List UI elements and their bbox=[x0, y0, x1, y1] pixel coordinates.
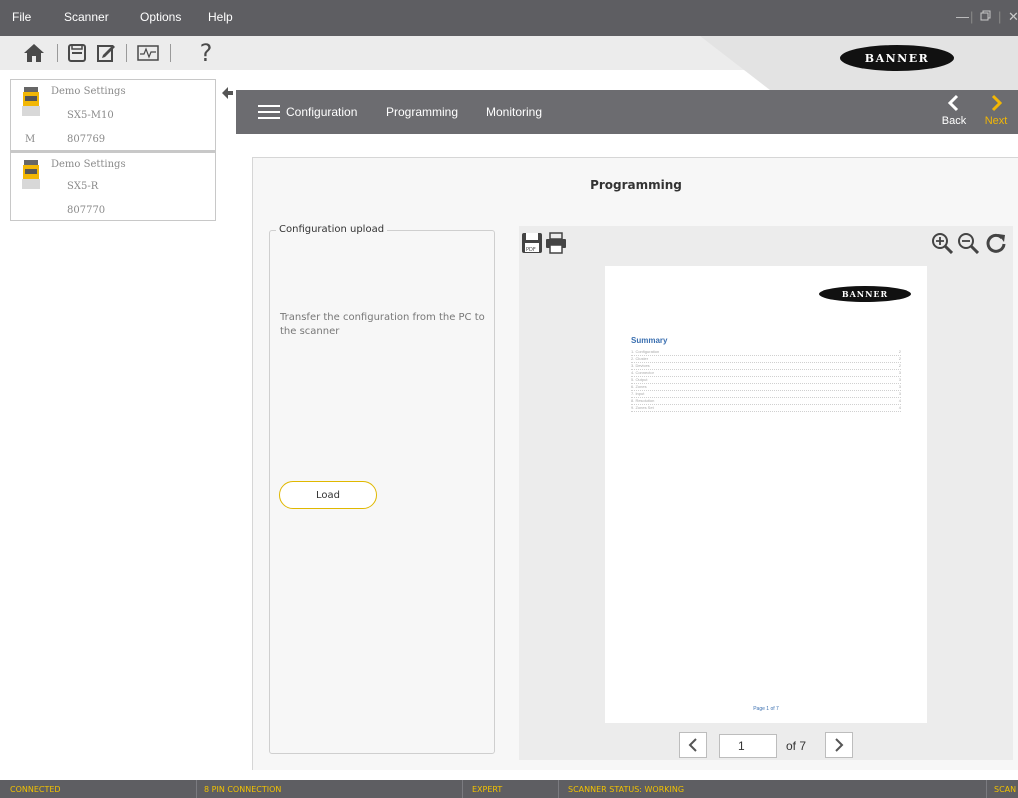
nav-bar: Configuration Programming Monitoring Bac… bbox=[236, 90, 1018, 134]
restore-icon[interactable] bbox=[980, 9, 991, 24]
page-title: Programming bbox=[590, 178, 682, 192]
menu-options[interactable]: Options bbox=[140, 10, 181, 24]
close-icon[interactable]: ✕ bbox=[1008, 9, 1018, 25]
toc-entry-page: 3 bbox=[898, 370, 901, 375]
chevron-right-icon bbox=[991, 94, 1003, 112]
back-label: Back bbox=[941, 115, 967, 127]
toc-entry-label: 6. Zones bbox=[631, 384, 647, 389]
toc-entry-label: 3. Devices bbox=[631, 363, 650, 368]
toc-entry: 7. Input 3 bbox=[631, 391, 901, 398]
device-tag: M bbox=[25, 134, 36, 145]
load-button[interactable]: Load bbox=[279, 481, 377, 509]
status-pin-connection: 8 PIN CONNECTION bbox=[204, 785, 282, 794]
print-icon[interactable] bbox=[545, 232, 567, 254]
device-model: SX5-M10 bbox=[67, 110, 114, 121]
scanner-device-icon bbox=[22, 160, 40, 189]
next-page-button[interactable] bbox=[825, 732, 853, 758]
toc-entry: 5. Output 3 bbox=[631, 377, 901, 384]
tab-configuration[interactable]: Configuration bbox=[286, 105, 357, 119]
minimize-icon[interactable]: — bbox=[956, 9, 969, 24]
toc-entry: 9. Zones Set 4 bbox=[631, 405, 901, 412]
zoom-in-icon[interactable] bbox=[931, 232, 953, 254]
summary-heading: Summary bbox=[631, 336, 668, 345]
device-card-sx5-m10[interactable]: Demo Settings SX5-M10 M 807769 bbox=[10, 79, 216, 151]
back-button[interactable]: Back bbox=[936, 94, 972, 132]
toc-entry-page: 4 bbox=[898, 405, 901, 410]
help-icon[interactable]: ? bbox=[192, 39, 220, 67]
status-trailing: SCAN bbox=[994, 785, 1017, 794]
toc-entry-label: 9. Zones Set bbox=[631, 405, 654, 410]
menu-help[interactable]: Help bbox=[208, 10, 233, 24]
toc-entry-page: 2 bbox=[898, 363, 901, 368]
status-connection: CONNECTED bbox=[10, 785, 61, 794]
report-page: BANNER Summary 1. Configuration 2 2. Clust… bbox=[605, 266, 927, 723]
toc-entry-page: 3 bbox=[898, 377, 901, 382]
device-card-sx5-r[interactable]: Demo Settings SX5-R 807770 bbox=[10, 151, 216, 221]
scanner-device-icon bbox=[22, 87, 40, 116]
toc-entry-page: 4 bbox=[898, 398, 901, 403]
menu-bar: File Scanner Options Help — | | ✕ bbox=[0, 0, 1018, 36]
toc-entry: 6. Zones 3 bbox=[631, 384, 901, 391]
report-logo: BANNER bbox=[819, 286, 911, 302]
toc-entry: 3. Devices 2 bbox=[631, 363, 901, 370]
chevron-right-icon bbox=[835, 738, 844, 752]
toc-entry-page: 3 bbox=[898, 384, 901, 389]
menu-file[interactable]: File bbox=[12, 10, 31, 24]
report-viewer: PDF BANNER Summary 1. Configuration 2 2. C… bbox=[519, 226, 1013, 760]
device-serial: 807770 bbox=[67, 205, 106, 216]
device-name: Demo Settings bbox=[51, 159, 126, 170]
device-model: SX5-R bbox=[67, 181, 99, 192]
tab-monitoring[interactable]: Monitoring bbox=[486, 105, 542, 119]
toc-entry-label: 5. Output bbox=[631, 377, 648, 382]
device-name: Demo Settings bbox=[51, 86, 126, 97]
toc-entry: 4. Connector 3 bbox=[631, 370, 901, 377]
configuration-upload-title: Configuration upload bbox=[276, 224, 388, 235]
toc-entry-page: 2 bbox=[898, 349, 901, 354]
menu-scanner[interactable]: Scanner bbox=[64, 10, 109, 24]
toc-entry-label: 2. Cluster bbox=[631, 356, 649, 361]
chevron-left-icon bbox=[688, 738, 697, 752]
next-label: Next bbox=[984, 115, 1008, 127]
page-count: of 7 bbox=[786, 739, 807, 753]
device-serial: 807769 bbox=[67, 134, 106, 145]
toc-entry: 1. Configuration 2 bbox=[631, 349, 901, 356]
page-number-input[interactable]: 1 bbox=[719, 734, 777, 758]
zoom-out-icon[interactable] bbox=[957, 232, 979, 254]
chevron-left-icon bbox=[947, 94, 959, 112]
status-scanner: SCANNER STATUS: WORKING bbox=[568, 785, 685, 794]
content-panel: Programming Configuration upload Transfe… bbox=[252, 157, 1018, 770]
previous-page-button[interactable] bbox=[679, 732, 707, 758]
svg-text:PDF: PDF bbox=[526, 247, 536, 253]
next-button[interactable]: Next bbox=[978, 94, 1014, 132]
toc-entry: 2. Cluster 2 bbox=[631, 356, 901, 363]
toc-entry: 8. Resolution 4 bbox=[631, 398, 901, 405]
tab-programming[interactable]: Programming bbox=[386, 105, 458, 119]
toc-entry-label: 4. Connector bbox=[631, 370, 654, 375]
monitor-icon[interactable] bbox=[134, 39, 162, 67]
banner-logo: BANNER bbox=[840, 45, 954, 71]
configuration-upload-description: Transfer the configuration from the PC t… bbox=[280, 312, 485, 337]
status-mode: EXPERT bbox=[472, 785, 503, 794]
toc-entry-label: 8. Resolution bbox=[631, 398, 655, 403]
page-footer: Page 1 of 7 bbox=[753, 706, 779, 712]
edit-icon[interactable] bbox=[92, 39, 120, 67]
collapse-panel-icon[interactable] bbox=[220, 86, 234, 103]
toc-entry-page: 3 bbox=[898, 391, 901, 396]
refresh-icon[interactable] bbox=[985, 232, 1007, 254]
toc-entry-label: 1. Configuration bbox=[631, 349, 660, 354]
hamburger-menu-icon[interactable] bbox=[258, 105, 280, 119]
save-pdf-icon[interactable]: PDF bbox=[521, 232, 543, 254]
configuration-upload-group: Configuration upload Transfer the config… bbox=[269, 224, 495, 754]
toc-entry-page: 2 bbox=[898, 356, 901, 361]
toc-entry-label: 7. Input bbox=[631, 391, 645, 396]
status-bar: CONNECTED 8 PIN CONNECTION EXPERT SCANNE… bbox=[0, 780, 1018, 798]
home-icon[interactable] bbox=[20, 39, 48, 67]
save-icon[interactable] bbox=[63, 39, 91, 67]
